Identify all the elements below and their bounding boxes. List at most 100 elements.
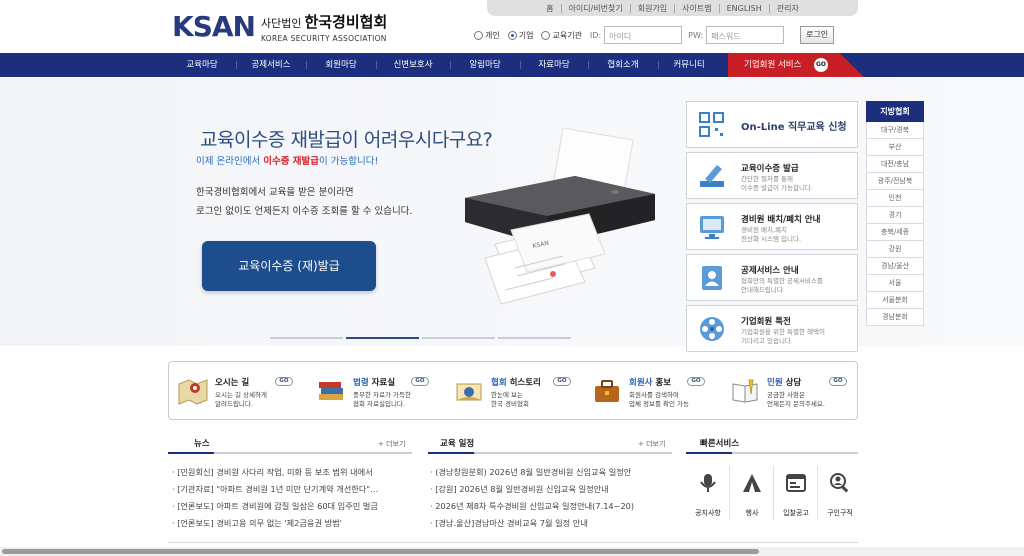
quick-card-certificate[interactable]: 교육이수증 발급 간단한 절차를 통해 이수증 발급이 가능합니다. — [686, 152, 858, 199]
shortcut-go-badge[interactable]: GO — [829, 377, 847, 386]
film-reel-icon — [700, 317, 724, 341]
util-link-home[interactable]: 홈 — [539, 4, 560, 13]
logo-name: 한국경비협회 — [304, 13, 388, 31]
nav-item-bodyguard[interactable]: 신변보호사 — [376, 53, 450, 77]
region-item[interactable]: 대구/경북 — [866, 122, 924, 139]
news-more-link[interactable]: + 더보기 — [378, 439, 405, 449]
nav-item-mutual-aid[interactable]: 공제서비스 — [236, 53, 306, 77]
site-logo[interactable]: KSAN 사단법인 한국경비협회 KOREA SECURITY ASSOCIATI… — [172, 10, 387, 44]
region-item[interactable]: 대전/충남 — [866, 156, 924, 173]
quick-card-online-training[interactable]: On-Line 직무교육 신청 — [686, 101, 858, 148]
shortcut-go-badge[interactable]: GO — [411, 377, 429, 386]
news-item[interactable]: · [기관자료] "아파트 경비원 1년 미만 단기계약 개선한다"… — [172, 481, 378, 498]
region-item[interactable]: 광주/전남북 — [866, 173, 924, 190]
schedule-more-link[interactable]: + 더보기 — [638, 439, 665, 449]
nav-item-members[interactable]: 회원마당 — [306, 53, 376, 77]
region-item[interactable]: 충북/세종 — [866, 224, 924, 241]
region-item[interactable]: 경기 — [866, 207, 924, 224]
slide-dot[interactable] — [422, 337, 495, 339]
radio-institution[interactable]: 교육기관 — [541, 30, 582, 41]
shortcut-consultation[interactable]: 민원 상담 GO 궁금한 사항은 언제든지 문의주세요. — [721, 362, 859, 421]
microphone-icon — [700, 474, 716, 492]
slide-dot-active[interactable] — [346, 337, 419, 339]
region-item[interactable]: 서울분회 — [866, 292, 924, 309]
nav-item-notice[interactable]: 알림마당 — [450, 53, 520, 77]
util-link-sitemap[interactable]: 사이트맵 — [674, 3, 718, 13]
nav-item-about[interactable]: 협회소개 — [588, 53, 658, 77]
util-link-find-account[interactable]: 아이디/비번찾기 — [560, 3, 630, 13]
shortcut-desc-line: 한눈에 보는 — [491, 391, 523, 399]
schedule-divider — [428, 452, 672, 454]
password-input[interactable]: 패스워드 — [706, 26, 785, 44]
services-divider-accent — [686, 452, 732, 454]
quick-card-guard-placement[interactable]: 경비원 배치/폐치 안내 경비원 배치,폐치 전산화 시스템 입니다. — [686, 203, 858, 250]
service-bid[interactable]: 입찰공고 — [774, 466, 818, 520]
region-item[interactable]: 부산 — [866, 139, 924, 156]
schedule-item[interactable]: · 2026년 제8차 특수경비원 신임교육 일정안내(7.14~20) — [430, 498, 634, 515]
shortcut-desc-line: 알려드립니다. — [215, 400, 253, 408]
corporate-service-label: 기업회원 서비스 — [744, 60, 802, 70]
news-item[interactable]: · [언론보도] 아파트 경비원에 갑질 일삼은 60대 입주민 벌금 — [172, 498, 378, 515]
login-button[interactable]: 로그인 — [800, 26, 835, 44]
util-link-signup[interactable]: 회원가입 — [629, 3, 674, 13]
radio-label: 개인 — [485, 30, 500, 40]
nav-item-education[interactable]: 교육마당 — [168, 53, 236, 77]
radio-personal[interactable]: 개인 — [474, 30, 500, 41]
news-list: · [민원회신] 경비원 사다리 작업, 미화 등 보조 범위 내에서 · [기… — [172, 464, 378, 532]
corporate-go-badge[interactable]: GO — [814, 58, 828, 72]
regional-associations: 지방협회 대구/경북 부산 대전/충남 광주/전남북 인천 경기 충북/세종 강… — [866, 101, 924, 326]
schedule-item[interactable]: · (경남창원분회) 2026년 8월 일반경비원 신임교육 일정안 — [430, 464, 634, 481]
region-item[interactable]: 경남/울산 — [866, 258, 924, 275]
region-item[interactable]: 경남분회 — [866, 309, 924, 326]
bottom-divider — [168, 542, 858, 543]
quick-card-mutual-aid[interactable]: 공제서비스 안내 협회만의 특별한 공제서비스를 안내해드립니다. — [686, 254, 858, 301]
pencil-certificate-icon — [700, 165, 724, 187]
shortcut-member-promo[interactable]: 회원사 홍보 GO 회원사를 검색하여 업체 정보를 확인 가능 — [583, 362, 721, 421]
quick-card-desc-line: 협회만의 특별한 공제서비스를 — [741, 277, 823, 285]
shortcut-desc-line: 궁금한 사항은 — [767, 391, 805, 399]
shortcut-directions[interactable]: 오시는 길 GO 오시는 길 상세하게 알려드립니다. — [169, 362, 307, 421]
corporate-service-tab[interactable]: 기업회원 서비스 — [728, 53, 864, 77]
region-item[interactable]: 서울 — [866, 275, 924, 292]
shortcut-history[interactable]: 협회 히스토리 GO 한눈에 보는 한국 경비협회 — [445, 362, 583, 421]
history-icon — [456, 383, 482, 401]
util-link-admin[interactable]: 관리자 — [768, 3, 806, 13]
schedule-item[interactable]: · [강원] 2026년 8월 일반경비원 신임교육 일정안내 — [430, 481, 634, 498]
quick-card-title: 경비원 배치/폐치 안내 — [741, 215, 821, 225]
quick-card-desc: 협회만의 특별한 공제서비스를 안내해드립니다. — [741, 277, 823, 295]
shortcut-title-a: 법령 — [353, 378, 369, 388]
quick-card-desc: 간단한 절차를 통해 이수증 발급이 가능합니다. — [741, 175, 813, 193]
service-event[interactable]: 행사 — [730, 466, 774, 520]
slide-indicator — [270, 337, 571, 339]
service-jobs[interactable]: 구인구직 — [818, 466, 862, 520]
radio-corporate[interactable]: 기업 — [507, 30, 533, 41]
schedule-item[interactable]: · [경남.울산]경남마산 경비교육 7월 일정 안내 — [430, 515, 634, 532]
scrollbar-thumb[interactable] — [2, 549, 759, 554]
service-notice[interactable]: 공지사항 — [686, 466, 730, 520]
slide-dot[interactable] — [498, 337, 571, 339]
quick-card-desc: 경비원 배치,폐치 전산화 시스템 입니다. — [741, 226, 801, 244]
region-item[interactable]: 강원 — [866, 241, 924, 258]
region-item[interactable]: 인천 — [866, 190, 924, 207]
nav-item-resources[interactable]: 자료마당 — [520, 53, 588, 77]
news-item[interactable]: · [언론보도] 경비고용 의무 없는 '제2금융권 방범' — [172, 515, 378, 532]
news-divider-accent — [168, 452, 214, 454]
horizontal-scrollbar[interactable] — [0, 547, 1024, 556]
certificate-reissue-button[interactable]: 교육이수증 (재)발급 — [202, 241, 376, 291]
nav-item-community[interactable]: 커뮤니티 — [658, 53, 720, 77]
shortcut-go-badge[interactable]: GO — [687, 377, 705, 386]
service-label: 입찰공고 — [783, 509, 809, 517]
id-input[interactable]: 아이디 — [604, 26, 683, 44]
hero-subtitle: 이제 온라인에서 이수증 재발급이 가능합니다! — [196, 153, 378, 167]
shortcut-go-badge[interactable]: GO — [553, 377, 571, 386]
hero-sub-highlight: 이수증 재발급 — [263, 156, 319, 167]
news-item[interactable]: · [민원회신] 경비원 사다리 작업, 미화 등 보조 범위 내에서 — [172, 464, 378, 481]
region-header: 지방협회 — [866, 101, 924, 122]
slide-dot[interactable] — [270, 337, 343, 339]
radio-dot — [541, 30, 551, 40]
util-link-english[interactable]: ENGLISH — [718, 3, 769, 13]
shortcut-title: 오시는 길 — [215, 376, 249, 388]
shortcut-go-badge[interactable]: GO — [275, 377, 293, 386]
shortcut-law-library[interactable]: 법령 자료실 GO 풍부한 자료가 가득한 협회 자료실입니다. — [307, 362, 445, 421]
quick-card-corporate-benefits[interactable]: 기업회원 특전 기업회원을 위한 특별한 혜택이 기다리고 있습니다. — [686, 305, 858, 352]
